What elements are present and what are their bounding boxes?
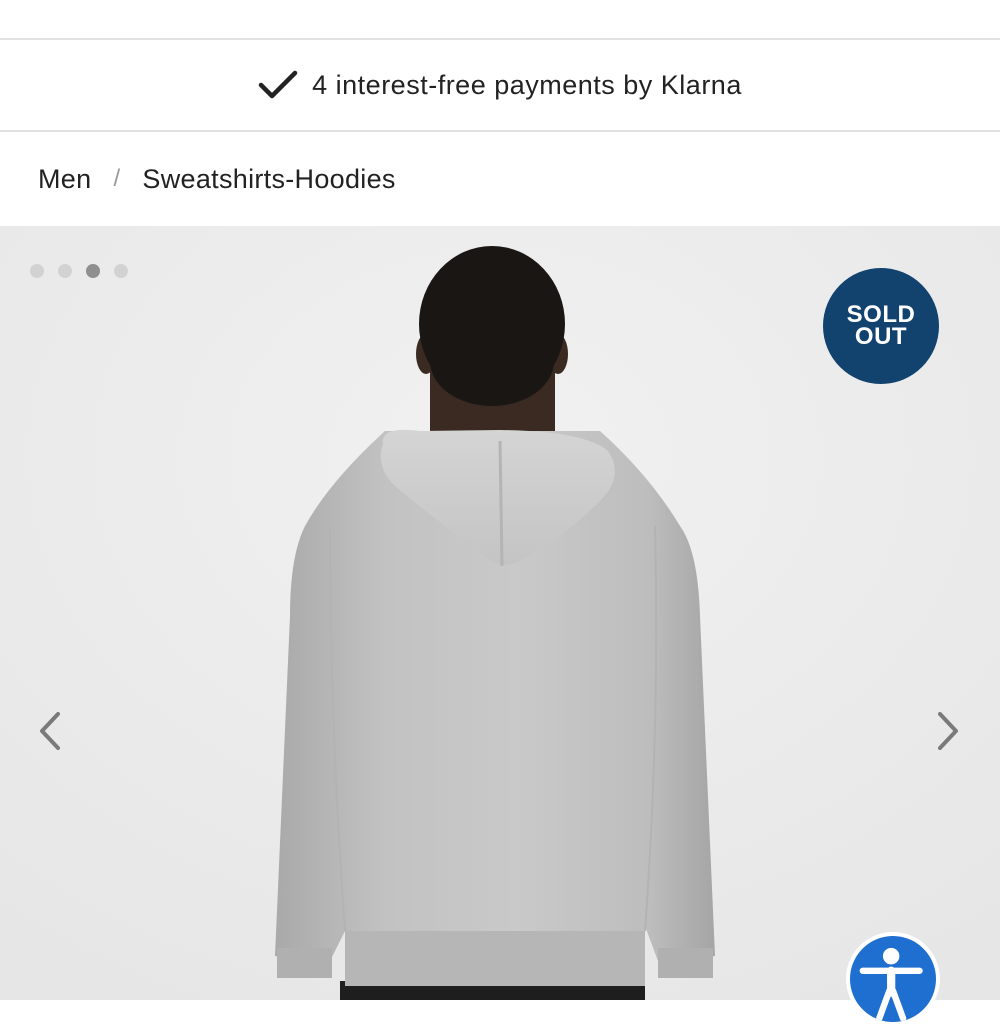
gallery-dot-1[interactable] [30, 264, 44, 278]
sold-out-badge: SOLD OUT [823, 268, 939, 384]
accessibility-person-icon [850, 936, 936, 1022]
gallery-dot-3-active[interactable] [86, 264, 100, 278]
checkmark-icon [258, 69, 298, 101]
top-bar [0, 0, 1000, 38]
badge-line-2: OUT [854, 323, 908, 350]
breadcrumb-separator: / [113, 165, 121, 192]
previous-image-button[interactable] [30, 706, 70, 756]
breadcrumb: Men / Sweatshirts-Hoodies [38, 132, 396, 226]
accessibility-button[interactable] [846, 932, 940, 1026]
klarna-text: 4 interest-free payments by Klarna [312, 69, 742, 100]
gallery-pagination [30, 264, 128, 278]
chevron-left-icon [30, 706, 70, 756]
gallery-dot-2[interactable] [58, 264, 72, 278]
next-image-button[interactable] [928, 706, 968, 756]
breadcrumb-item-men[interactable]: Men [38, 164, 91, 195]
product-image-gallery[interactable]: SOLD OUT [0, 226, 1000, 1000]
klarna-banner: 4 interest-free payments by Klarna [0, 40, 1000, 130]
breadcrumb-item-sweatshirts-hoodies[interactable]: Sweatshirts-Hoodies [142, 164, 395, 195]
gallery-dot-4[interactable] [114, 264, 128, 278]
chevron-right-icon [928, 706, 968, 756]
